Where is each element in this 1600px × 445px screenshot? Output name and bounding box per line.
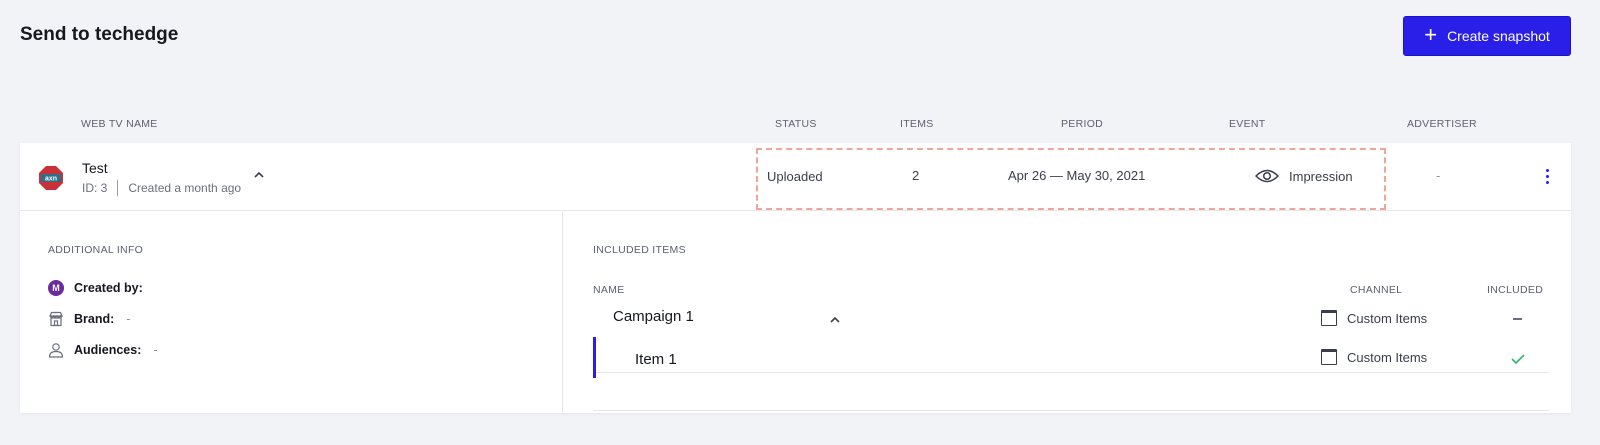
period-value: Apr 26 — May 30, 2021 — [1008, 168, 1146, 183]
col-period[interactable]: PERIOD — [1061, 118, 1103, 130]
eye-icon — [1255, 169, 1279, 183]
event-cell: Impression — [1255, 168, 1353, 184]
web-tv-card: axn Test ID: 3 Created a month ago Uploa… — [20, 143, 1571, 413]
col-web-tv-name[interactable]: WEB TV NAME — [81, 118, 158, 130]
web-tv-meta: ID: 3 Created a month ago — [82, 180, 241, 196]
item-channel-label: Custom Items — [1347, 349, 1428, 365]
advertiser-value: - — [1436, 168, 1441, 183]
check-icon — [1511, 354, 1525, 365]
col-advertiser[interactable]: ADVERTISER — [1407, 118, 1477, 130]
logo-text: axn — [45, 176, 57, 183]
window-icon — [1321, 349, 1337, 365]
create-snapshot-button[interactable]: + Create snapshot — [1403, 16, 1571, 56]
audiences-row: Audiences: - — [48, 342, 158, 358]
page-title: Send to techedge — [20, 24, 179, 45]
person-icon — [48, 343, 64, 358]
campaign-name: Campaign 1 — [613, 308, 694, 325]
col-event[interactable]: EVENT — [1229, 118, 1266, 130]
avatar: M — [48, 280, 64, 296]
plus-icon: + — [1424, 22, 1438, 47]
chevron-up-icon[interactable] — [252, 168, 266, 182]
not-included-indicator — [1513, 318, 1522, 320]
event-value: Impression — [1289, 168, 1353, 184]
axn-logo: axn — [39, 166, 63, 190]
divider — [117, 180, 119, 196]
web-tv-name: Test — [82, 160, 108, 176]
campaign-channel: Custom Items — [1321, 310, 1427, 326]
brand-row: Brand: - — [48, 311, 130, 327]
created-time: Created a month ago — [128, 181, 242, 195]
additional-info-panel: ADDITIONAL INFO M Created by: Brand: - A… — [20, 212, 563, 413]
selected-indicator — [593, 337, 596, 378]
brand-value: - — [126, 312, 131, 326]
col-included[interactable]: INCLUDED — [1487, 284, 1543, 296]
col-name[interactable]: NAME — [593, 284, 625, 296]
web-tv-id: ID: 3 — [82, 181, 108, 195]
chevron-up-icon[interactable] — [828, 313, 842, 327]
col-items[interactable]: ITEMS — [900, 118, 934, 130]
brand-label: Brand: — [74, 312, 115, 326]
status-value: Uploaded — [767, 169, 823, 184]
created-by-label: Created by: — [74, 281, 143, 295]
divider — [593, 372, 1549, 373]
item-channel: Custom Items — [1321, 349, 1427, 365]
items-count: 2 — [912, 168, 920, 183]
col-channel[interactable]: CHANNEL — [1350, 284, 1402, 296]
included-items-panel: INCLUDED ITEMS NAME CHANNEL INCLUDED Cam… — [564, 212, 1571, 413]
campaign-channel-label: Custom Items — [1347, 310, 1428, 326]
included-items-title: INCLUDED ITEMS — [593, 244, 686, 256]
audiences-value: - — [153, 343, 158, 357]
audiences-label: Audiences: — [74, 343, 142, 357]
created-by-row: M Created by: — [48, 280, 143, 296]
store-icon — [49, 311, 63, 327]
table-row[interactable]: axn Test ID: 3 Created a month ago Uploa… — [20, 143, 1571, 211]
divider — [593, 410, 1549, 411]
create-snapshot-label: Create snapshot — [1447, 28, 1550, 44]
additional-info-title: ADDITIONAL INFO — [48, 244, 144, 256]
col-status[interactable]: STATUS — [775, 118, 817, 130]
window-icon — [1321, 310, 1337, 326]
item-name: Item 1 — [635, 351, 677, 368]
more-icon[interactable] — [1544, 169, 1550, 185]
